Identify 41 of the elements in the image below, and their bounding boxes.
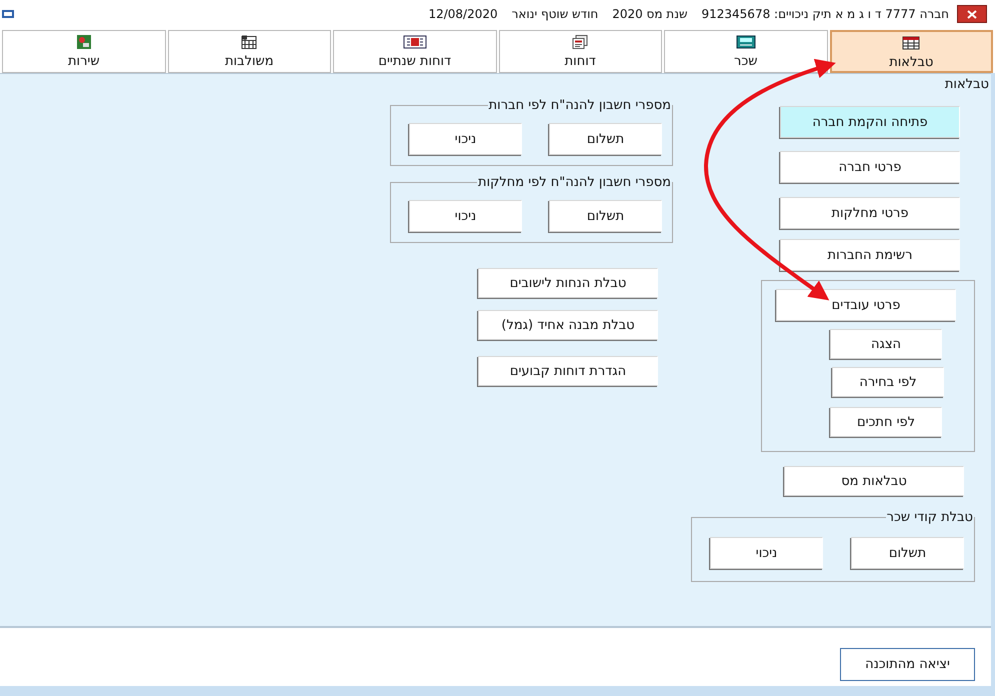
group-title: טבלת קודי שכר <box>886 510 974 525</box>
menu-button[interactable]: פרטי מחלקות <box>780 197 960 229</box>
sheet-icon <box>402 34 427 50</box>
menu-button[interactable]: ניכוי <box>409 200 522 232</box>
close-icon <box>967 10 977 18</box>
group-title: מספרי חשבון להנה"ח לפי מחלקות <box>477 175 672 190</box>
building-icon <box>240 34 258 50</box>
table-icon <box>902 35 920 51</box>
exit-button[interactable]: יציאה מהתוכנה <box>840 648 975 681</box>
menu-button[interactable]: טבלת הנחות לישובים <box>478 268 658 298</box>
menu-button[interactable]: פרטי חברה <box>780 151 960 183</box>
title-text: 12/08/2020 <box>428 7 498 21</box>
tab[interactable]: שכר <box>664 30 828 73</box>
menu-button[interactable]: טבלת מבנה אחיד (גמל) <box>478 310 658 340</box>
tile-icon <box>76 34 92 50</box>
menu-button[interactable]: לפי בחירה <box>832 367 944 397</box>
tab[interactable]: דוחות <box>498 30 662 73</box>
tab[interactable]: דוחות שנתיים <box>333 30 496 73</box>
tab[interactable]: שירות <box>2 30 166 73</box>
menu-button[interactable]: ניכוי <box>409 123 522 155</box>
menu-button[interactable]: רשימת החברות <box>780 239 960 271</box>
title-text: שנת מס 2020 <box>612 7 688 21</box>
cash-register-icon <box>736 34 756 50</box>
menu-button[interactable]: פרטי עובדים <box>776 289 956 321</box>
group-title: מספרי חשבון להנה"ח לפי חברות <box>488 98 672 113</box>
close-button[interactable] <box>957 5 987 23</box>
menu-button[interactable]: טבלאות מס <box>784 466 964 496</box>
menu-button[interactable]: תשלום <box>549 200 662 232</box>
menu-button[interactable]: תשלום <box>549 123 662 155</box>
tab[interactable]: טבלאות <box>830 30 993 73</box>
menu-button[interactable]: הגדרת דוחות קבועים <box>478 356 658 386</box>
title-text: חודש שוטף ינואר <box>512 7 598 21</box>
tab[interactable]: משולבות <box>168 30 331 73</box>
title-text: חברה 7777 ד ו ג מ א תיק ניכויים: 912345678 <box>702 7 949 21</box>
menu-button[interactable]: הצגה <box>830 329 942 359</box>
menu-button[interactable]: לפי חתכים <box>830 407 942 437</box>
menu-button[interactable]: פתיחה והקמת חברה <box>780 106 960 138</box>
menu-button[interactable]: תשלום <box>851 537 964 569</box>
document-icon <box>572 34 588 50</box>
menu-button[interactable]: ניכוי <box>710 537 823 569</box>
section-label: טבלאות <box>944 77 989 93</box>
